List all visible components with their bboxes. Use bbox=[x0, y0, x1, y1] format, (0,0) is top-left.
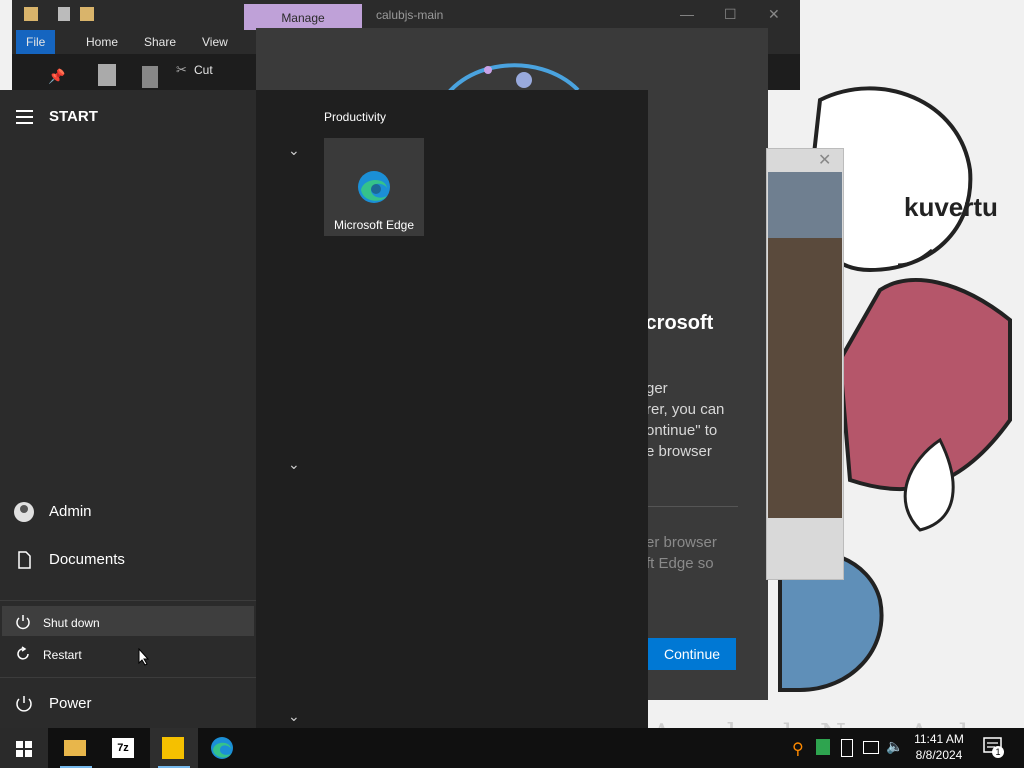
notification-count-badge: 1 bbox=[992, 746, 1004, 758]
folder-icon bbox=[24, 7, 38, 21]
search-icon[interactable]: ⚲ bbox=[792, 739, 804, 759]
shut-down-label: Shut down bbox=[43, 616, 100, 630]
dialog-heading: icrosoft bbox=[640, 312, 714, 334]
new-folder-icon[interactable] bbox=[80, 7, 94, 21]
taskbar-clock[interactable]: 11:41 AM 8/8/2024 bbox=[908, 731, 970, 763]
explorer-titlebar: Manage calubjs-main — ☐ ✕ bbox=[12, 0, 800, 30]
chevron-down-icon[interactable]: ⌄ bbox=[288, 708, 300, 725]
edge-icon bbox=[358, 171, 390, 203]
minimize-icon[interactable]: — bbox=[680, 6, 694, 22]
windows-logo-icon bbox=[16, 741, 32, 757]
file-explorer-icon bbox=[64, 740, 86, 756]
start-menu-tiles-pane bbox=[256, 90, 648, 728]
explorer-window-title: calubjs-main bbox=[376, 8, 444, 22]
start-button[interactable] bbox=[0, 728, 48, 768]
copy-icon[interactable] bbox=[98, 64, 116, 86]
dialog-divider bbox=[646, 506, 738, 507]
hamburger-menu-icon[interactable] bbox=[16, 110, 33, 124]
user-account-button[interactable]: Admin bbox=[0, 490, 256, 534]
chevron-down-icon[interactable]: ⌄ bbox=[288, 456, 300, 473]
mouse-cursor bbox=[138, 647, 150, 671]
7zip-icon: 7z bbox=[112, 738, 134, 758]
power-button[interactable]: Power bbox=[0, 682, 256, 726]
popup-image-sky bbox=[768, 172, 842, 238]
start-menu-title: START bbox=[49, 108, 98, 125]
pin-icon[interactable]: 📌 bbox=[48, 68, 65, 84]
taskbar-file-explorer[interactable] bbox=[52, 728, 100, 768]
close-icon[interactable]: ✕ bbox=[768, 6, 780, 23]
tab-share[interactable]: Share bbox=[134, 30, 186, 54]
user-avatar-icon bbox=[14, 502, 34, 522]
wallpaper-character-label: kuvertu bbox=[904, 192, 998, 222]
volume-muted-icon[interactable]: 🔈 bbox=[886, 738, 903, 755]
tab-file[interactable]: File bbox=[16, 30, 56, 54]
tab-home[interactable]: Home bbox=[76, 30, 128, 54]
notification-center-button[interactable]: 1 bbox=[982, 736, 1004, 763]
usb-device-icon[interactable] bbox=[841, 739, 853, 757]
app-icon bbox=[162, 737, 184, 759]
shut-down-icon bbox=[14, 613, 32, 636]
power-label: Power bbox=[49, 695, 92, 712]
taskbar-7zip[interactable]: 7z bbox=[100, 728, 148, 768]
shut-down-option[interactable] bbox=[2, 606, 254, 636]
cut-button[interactable]: Cut bbox=[194, 63, 213, 77]
dialog-body-text: ger rer, you can ontinue" to e browser bbox=[646, 380, 725, 460]
edge-icon bbox=[211, 737, 233, 759]
documents-label: Documents bbox=[49, 551, 125, 568]
power-icon bbox=[14, 694, 34, 714]
popup-close-icon[interactable]: ✕ bbox=[818, 150, 831, 170]
maximize-icon[interactable]: ☐ bbox=[724, 6, 737, 23]
document-icon bbox=[14, 550, 34, 570]
properties-icon[interactable] bbox=[58, 7, 70, 21]
user-name-label: Admin bbox=[49, 503, 92, 520]
restart-option[interactable] bbox=[2, 640, 254, 670]
dialog-subtext: er browser ft Edge so bbox=[646, 534, 717, 572]
tab-manage[interactable]: Manage bbox=[244, 4, 362, 30]
restart-label: Restart bbox=[43, 648, 82, 662]
edge-tile-label: Microsoft Edge bbox=[333, 218, 415, 232]
documents-button[interactable]: Documents bbox=[0, 538, 256, 582]
taskbar-app[interactable] bbox=[150, 728, 198, 768]
network-icon[interactable] bbox=[863, 741, 879, 754]
clock-date: 8/8/2024 bbox=[915, 748, 963, 762]
taskbar-edge[interactable] bbox=[198, 728, 246, 768]
paste-icon[interactable] bbox=[142, 66, 158, 88]
scissors-icon: ✂ bbox=[176, 62, 187, 77]
tab-view[interactable]: View bbox=[192, 30, 238, 54]
tile-group-title: Productivity bbox=[324, 110, 387, 124]
restart-icon bbox=[14, 645, 32, 668]
continue-button[interactable]: Continue bbox=[648, 638, 736, 670]
clock-time: 11:41 AM bbox=[914, 732, 964, 746]
security-shield-icon[interactable] bbox=[816, 739, 830, 755]
chevron-down-icon[interactable]: ⌄ bbox=[288, 142, 300, 159]
